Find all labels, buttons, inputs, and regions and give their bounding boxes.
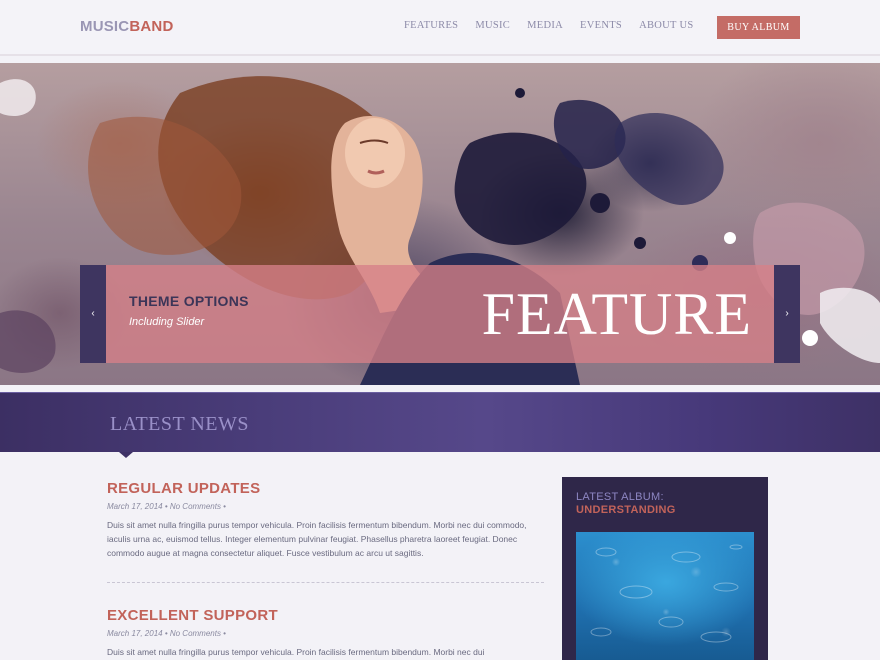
nav-features[interactable]: FEATURES [404,20,458,31]
band-notch [119,452,133,458]
news-post: EXCELLENT SUPPORT March 17, 2014 • No Co… [107,607,544,659]
section-title: LATEST NEWS [110,413,250,435]
post-meta: March 17, 2014 • No Comments • [107,629,226,638]
hero-slider: ‹ THEME OPTIONS Including Slider FEATURE… [0,63,880,385]
album-label: LATEST ALBUM: [576,491,664,503]
slide-subtitle: Including Slider [129,316,205,328]
nav-about-us[interactable]: ABOUT US [639,20,693,31]
latest-news-band: LATEST NEWS [0,392,880,452]
chevron-right-icon: › [785,308,789,319]
slide-big-text: FEATURE [481,281,752,347]
latest-album-widget: LATEST ALBUM: UNDERSTANDING [562,477,768,660]
slide-title: THEME OPTIONS [129,293,249,309]
rain-ripples-image [590,544,743,643]
nav-events[interactable]: EVENTS [580,20,622,31]
news-post: REGULAR UPDATES March 17, 2014 • No Comm… [107,480,544,560]
main-nav: FEATURES MUSIC MEDIA EVENTS ABOUT US [404,20,711,31]
post-body: Duis sit amet nulla fringilla purus temp… [107,520,527,558]
post-body: Duis sit amet nulla fringilla purus temp… [107,647,485,657]
site-logo[interactable]: MUSICBAND [80,18,173,35]
post-title[interactable]: REGULAR UPDATES [107,480,544,497]
buy-album-button[interactable]: BUY ALBUM [717,16,800,39]
post-title[interactable]: EXCELLENT SUPPORT [107,607,544,624]
logo-text-band: BAND [129,18,174,35]
logo-text-music: MUSIC [80,18,130,35]
album-name[interactable]: UNDERSTANDING [576,504,676,516]
chevron-left-icon: ‹ [91,308,95,319]
site-header: MUSICBAND FEATURES MUSIC MEDIA EVENTS AB… [0,0,880,56]
slider-prev-button[interactable]: ‹ [80,265,106,363]
post-divider [107,582,544,583]
nav-media[interactable]: MEDIA [527,20,563,31]
album-cover[interactable] [576,532,754,660]
post-meta: March 17, 2014 • No Comments • [107,502,226,511]
nav-music[interactable]: MUSIC [475,20,510,31]
slider-next-button[interactable]: › [774,265,800,363]
slide-caption: THEME OPTIONS Including Slider FEATURE [106,265,774,363]
